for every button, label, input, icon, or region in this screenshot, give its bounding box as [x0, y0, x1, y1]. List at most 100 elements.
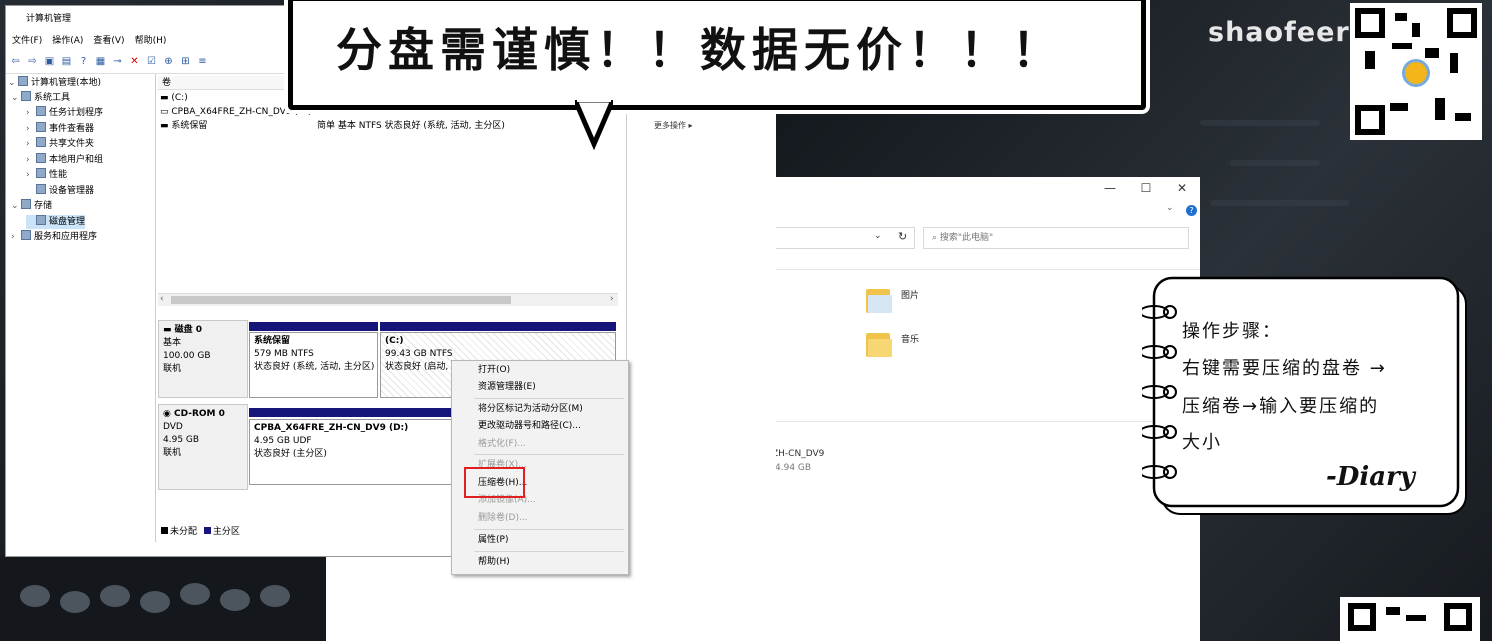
maximize-icon[interactable]: ☐: [1128, 177, 1164, 199]
partition-status: 状态良好 (系统, 活动, 主分区): [254, 362, 375, 372]
tree-item-local-users[interactable]: › 本地用户和组: [26, 153, 103, 167]
scroll-left-icon[interactable]: ‹: [160, 293, 164, 305]
brand-watermark: shaofeer: [1208, 17, 1350, 48]
help-icon[interactable]: ?: [1186, 205, 1197, 216]
tree-label: 计算机管理(本地): [31, 78, 102, 88]
note-line-3: 压缩卷→输入要压缩的: [1182, 396, 1380, 417]
address-dropdown-icon[interactable]: ⌄: [874, 231, 882, 241]
close-icon[interactable]: ✕: [1164, 177, 1200, 199]
scroll-right-icon[interactable]: ›: [610, 293, 614, 305]
folder-label-music[interactable]: 音乐: [901, 332, 919, 345]
tree-label: 性能: [49, 170, 68, 180]
tree-item-services[interactable]: › 服务和应用程序: [11, 230, 97, 244]
menu-help[interactable]: 帮助(H): [135, 32, 167, 50]
ctx-help[interactable]: 帮助(H): [478, 555, 510, 569]
tree-label: 存储: [34, 201, 53, 211]
list-icon[interactable]: ≡: [196, 55, 209, 68]
ctx-change-letter[interactable]: 更改驱动器号和路径(C)...: [478, 419, 581, 433]
tree-item-task-scheduler[interactable]: › 任务计划程序: [26, 106, 103, 120]
ctx-delete[interactable]: 删除卷(D)...: [478, 511, 528, 525]
volume-row-detail: 简单 基本 NTFS 状态良好 (系统, 活动, 主分区): [317, 121, 505, 131]
forward-arrow-icon[interactable]: ⇨: [26, 55, 39, 68]
disk-name-text: CD-ROM 0: [174, 409, 225, 419]
search-placeholder: 搜索"此电脑": [939, 233, 994, 243]
menu-file[interactable]: 文件(F): [12, 32, 42, 50]
tree-label: 共享文件夹: [49, 139, 95, 149]
back-arrow-icon[interactable]: ⇦: [9, 55, 22, 68]
console-tree: ⌄ 计算机管理(本地) ⌄ 系统工具 › 任务计划程序 › 事件查看器 › 共享文件夹 ›…: [6, 74, 156, 542]
tree-label: 任务计划程序: [49, 108, 104, 118]
device-icon: [36, 184, 46, 194]
tree-item-system-tools[interactable]: ⌄ 系统工具: [11, 91, 70, 105]
ctx-explore[interactable]: 资源管理器(E): [478, 380, 536, 394]
tree-label: 事件查看器: [49, 124, 95, 134]
tree-item-performance[interactable]: › 性能: [26, 168, 67, 182]
legend: 未分配 主分区: [161, 526, 240, 538]
up-folder-icon[interactable]: ▣: [43, 55, 56, 68]
refresh-icon[interactable]: ↻: [898, 230, 907, 243]
disk-size: 4.95 GB: [163, 435, 200, 445]
more-actions-label: 更多操作: [654, 121, 686, 130]
delete-icon[interactable]: ✕: [128, 55, 141, 68]
menu-separator: [474, 551, 624, 552]
address-bar[interactable]: [770, 227, 915, 249]
help-icon[interactable]: ?: [77, 55, 90, 68]
volume-row-reserved[interactable]: ▬ 系统保留: [160, 120, 207, 132]
folder-label-pictures[interactable]: 图片: [901, 288, 919, 301]
details-icon[interactable]: ▦: [94, 55, 107, 68]
services-icon: [21, 230, 31, 240]
tree-label: 系统工具: [34, 93, 71, 103]
chevron-down-icon[interactable]: ⌄: [1166, 203, 1174, 213]
disk-icon: [36, 215, 46, 225]
actions-pane: [626, 111, 776, 563]
partition-bar: [380, 322, 616, 331]
performance-icon: [36, 168, 46, 178]
divider: [770, 269, 1200, 270]
note-line-1: 操作步骤：: [1182, 321, 1282, 342]
disk-0-label[interactable]: ▬ 磁盘 0 基本 100.00 GB 联机: [158, 320, 248, 398]
volume-name: (C:): [171, 93, 188, 103]
disk-name: ▬ 磁盘 0: [163, 325, 203, 335]
shrink-highlight-box: [464, 467, 525, 498]
tree-item-device-manager[interactable]: 设备管理器: [26, 184, 94, 198]
search-input[interactable]: ⌕ 搜索"此电脑": [923, 227, 1189, 249]
partition-name: 系统保留: [254, 336, 291, 346]
ctx-format[interactable]: 格式化(F)...: [478, 437, 526, 451]
tree-item-event-viewer[interactable]: › 事件查看器: [26, 122, 94, 136]
scrollbar-thumb[interactable]: [171, 296, 511, 304]
menu-action[interactable]: 操作(A): [52, 32, 83, 50]
bg-blur-line: [1200, 120, 1320, 126]
warning-banner-text: 分盘需谨慎！！数据无价！！！: [336, 23, 1064, 77]
more-actions[interactable]: 更多操作 ▸: [654, 120, 693, 131]
tree-item-shared-folders[interactable]: › 共享文件夹: [26, 137, 94, 151]
add-icon[interactable]: ⊕: [162, 55, 175, 68]
ctx-mark-active[interactable]: 将分区标记为活动分区(M): [478, 402, 583, 416]
ctx-properties[interactable]: 属性(P): [478, 533, 508, 547]
tools-icon: [21, 91, 31, 101]
legend-unallocated: 未分配: [170, 527, 198, 537]
cdrom-0-label[interactable]: ◉ CD-ROM 0 DVD 4.95 GB 联机: [158, 404, 248, 490]
tree-item-storage[interactable]: ⌄ 存储: [11, 199, 52, 213]
properties-icon[interactable]: ⊞: [179, 55, 192, 68]
divider: [770, 421, 1200, 422]
storage-icon: [21, 199, 31, 209]
music-folder-icon[interactable]: [866, 331, 892, 357]
clock-icon: [36, 106, 46, 116]
legend-swatch: [203, 527, 211, 534]
disk-type: DVD: [163, 422, 183, 432]
minimize-icon[interactable]: —: [1092, 177, 1128, 199]
ctx-open[interactable]: 打开(O): [478, 363, 510, 377]
disk-name-text: 磁盘 0: [174, 325, 203, 335]
pictures-folder-icon[interactable]: [866, 287, 892, 313]
connect-icon[interactable]: ⊸: [111, 55, 124, 68]
tree-item-disk-management[interactable]: 磁盘管理: [26, 215, 86, 229]
menu-view[interactable]: 查看(V): [93, 32, 124, 50]
tree-label: 本地用户和组: [49, 155, 104, 165]
volume-name: 系统保留: [171, 121, 208, 131]
volume-row-c[interactable]: ▬ (C:): [160, 92, 188, 104]
drive-name[interactable]: ZH-CN_DV9: [772, 449, 824, 459]
console-tree-icon[interactable]: ▤: [60, 55, 73, 68]
tree-item-root[interactable]: ⌄ 计算机管理(本地): [8, 76, 101, 90]
partition-system-reserved[interactable]: 系统保留 579 MB NTFS 状态良好 (系统, 活动, 主分区): [249, 332, 378, 398]
check-icon[interactable]: ☑: [145, 55, 158, 68]
